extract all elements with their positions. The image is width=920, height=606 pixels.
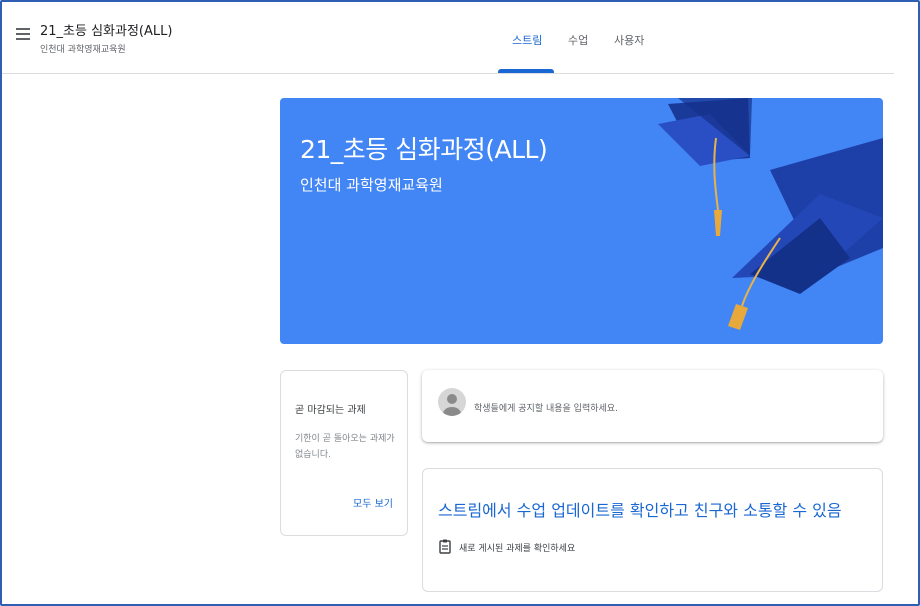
tab-people[interactable]: 사용자	[614, 32, 644, 48]
banner-subtitle: 인천대 과학영재교육원	[300, 176, 443, 194]
tab-classwork[interactable]: 수업	[568, 32, 588, 48]
announcement-composer[interactable]: 학생들에게 공지할 내용을 입력하세요.	[422, 370, 883, 442]
top-app-bar: 21_초등 심화과정(ALL) 인천대 과학영재교육원 스트림 수업 사용자	[2, 2, 918, 74]
announcement-input[interactable]: 학생들에게 공지할 내용을 입력하세요.	[474, 401, 618, 414]
upcoming-title: 곧 마감되는 과제	[295, 405, 366, 416]
upcoming-empty-message: 기한이 곧 돌아오는 과제가 없습니다.	[295, 434, 395, 460]
stream-info-card: 스트림에서 수업 업데이트를 확인하고 친구와 소통할 수 있음 새로 게시된 …	[422, 468, 883, 592]
info-card-title: 스트림에서 수업 업데이트를 확인하고 친구와 소통할 수 있음	[438, 501, 842, 520]
view-all-link[interactable]: 모두 보기	[353, 495, 393, 510]
header-divider	[2, 73, 894, 74]
class-banner: 21_초등 심화과정(ALL) 인천대 과학영재교육원	[280, 98, 883, 344]
user-avatar-icon	[438, 388, 466, 416]
tab-bar: 스트림 수업 사용자	[2, 2, 918, 74]
banner-title: 21_초등 심화과정(ALL)	[300, 135, 548, 164]
assignment-icon	[439, 539, 451, 554]
upcoming-assignments-card: 곧 마감되는 과제 기한이 곧 돌아오는 과제가 없습니다. 모두 보기	[280, 370, 408, 536]
info-card-item-text: 새로 게시된 과제를 확인하세요	[459, 544, 576, 554]
tab-stream[interactable]: 스트림	[512, 32, 542, 48]
